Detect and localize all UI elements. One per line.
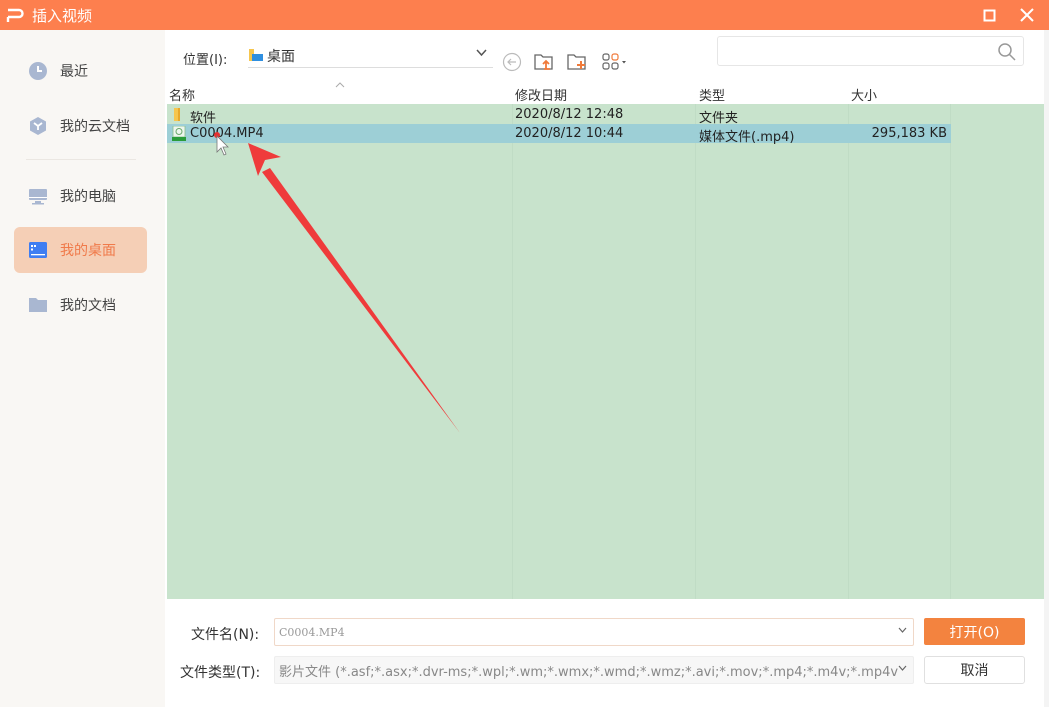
column-header-name[interactable]: 名称: [169, 85, 195, 104]
filename-label: 文件名(N):: [191, 627, 260, 643]
clock-icon: [28, 61, 48, 81]
column-divider: [848, 104, 849, 599]
grid-view-icon: [602, 53, 626, 70]
column-divider: [512, 104, 513, 599]
back-arrow-icon: [502, 52, 522, 72]
file-row[interactable]: 软件 2020/8/12 12:48 文件夹: [167, 105, 951, 126]
column-header-type[interactable]: 类型: [699, 85, 725, 104]
scrollbar-track[interactable]: [1044, 30, 1049, 707]
search-field[interactable]: [717, 36, 1024, 66]
chevron-down-icon: [476, 47, 487, 60]
desktop-icon: [28, 240, 48, 260]
sidebar-item-label: 最近: [60, 64, 88, 80]
filename-combobox[interactable]: [274, 618, 914, 646]
sidebar-item-label: 我的电脑: [60, 189, 116, 205]
maximize-icon: [983, 9, 995, 21]
filetype-label: 文件类型(T):: [180, 665, 261, 681]
window-title: 插入视频: [32, 6, 93, 25]
file-modified: 2020/8/12 10:44: [515, 126, 624, 141]
chevron-down-icon: [898, 663, 907, 674]
filename-input[interactable]: [275, 619, 875, 645]
chevron-down-icon[interactable]: [898, 625, 907, 636]
location-value: 桌面: [267, 48, 295, 65]
sidebar-item-my-documents[interactable]: 我的文档: [14, 282, 147, 328]
sidebar-item-label: 我的文档: [60, 298, 116, 314]
location-label: 位置(I):: [183, 53, 228, 68]
sidebar: 最近 我的云文档 我的电脑 我的桌面 我的文档: [0, 30, 165, 707]
cancel-button[interactable]: 取消: [924, 656, 1025, 684]
open-button[interactable]: 打开(O): [924, 618, 1025, 645]
file-type: 媒体文件(.mp4): [699, 130, 795, 145]
folder-up-icon: [534, 54, 553, 70]
sidebar-item-label: 我的云文档: [60, 119, 130, 135]
search-icon[interactable]: [997, 42, 1017, 66]
desktop-folder-icon: [248, 48, 264, 63]
title-bar: 插入视频: [0, 0, 1049, 30]
view-mode-button[interactable]: [600, 51, 630, 73]
sidebar-item-my-computer[interactable]: 我的电脑: [14, 173, 147, 219]
file-size: 295,183 KB: [871, 126, 947, 141]
sidebar-item-label: 我的桌面: [60, 243, 116, 259]
sort-ascending-icon: [335, 80, 345, 91]
maximize-button[interactable]: [975, 3, 1003, 27]
new-folder-button[interactable]: [566, 51, 588, 73]
file-row-selected[interactable]: C0004.MP4 2020/8/12 10:44 媒体文件(.mp4) 295…: [167, 124, 951, 145]
dialog-footer: [167, 599, 1044, 707]
mp4-file-icon: [172, 125, 186, 141]
folder-icon: [172, 107, 186, 122]
file-modified: 2020/8/12 12:48: [515, 107, 624, 122]
column-header-size[interactable]: 大小: [851, 85, 877, 104]
search-input[interactable]: [718, 37, 988, 65]
file-list: 名称 修改日期 类型 大小 软件 2020/8/12 12:48 文件夹 C00…: [167, 82, 1044, 599]
close-button[interactable]: [1013, 3, 1041, 27]
sidebar-divider: [26, 159, 136, 160]
up-folder-button[interactable]: [533, 51, 555, 73]
new-folder-icon: [567, 54, 586, 70]
sidebar-item-my-desktop[interactable]: 我的桌面: [14, 227, 147, 273]
column-divider: [695, 104, 696, 599]
folder-icon: [28, 295, 48, 315]
location-dropdown[interactable]: 桌面: [248, 44, 493, 68]
monitor-icon: [28, 186, 48, 206]
column-divider: [950, 104, 951, 599]
file-list-header: 名称 修改日期 类型 大小: [167, 82, 1044, 104]
sidebar-item-cloud-docs[interactable]: 我的云文档: [14, 103, 147, 149]
back-button[interactable]: [501, 51, 523, 73]
column-header-modified[interactable]: 修改日期: [515, 85, 567, 104]
file-name: C0004.MP4: [190, 126, 264, 141]
file-list-body: 软件 2020/8/12 12:48 文件夹 C0004.MP4 2020/8/…: [167, 104, 1044, 599]
app-logo-icon: [6, 5, 26, 25]
sidebar-item-recent[interactable]: 最近: [14, 48, 147, 94]
filetype-value: 影片文件 (*.asf;*.asx;*.dvr-ms;*.wpl;*.wm;*.…: [279, 664, 899, 680]
close-icon: [1020, 8, 1034, 22]
cloud-cube-icon: [28, 116, 48, 136]
filetype-dropdown[interactable]: 影片文件 (*.asf;*.asx;*.dvr-ms;*.wpl;*.wm;*.…: [274, 656, 914, 684]
